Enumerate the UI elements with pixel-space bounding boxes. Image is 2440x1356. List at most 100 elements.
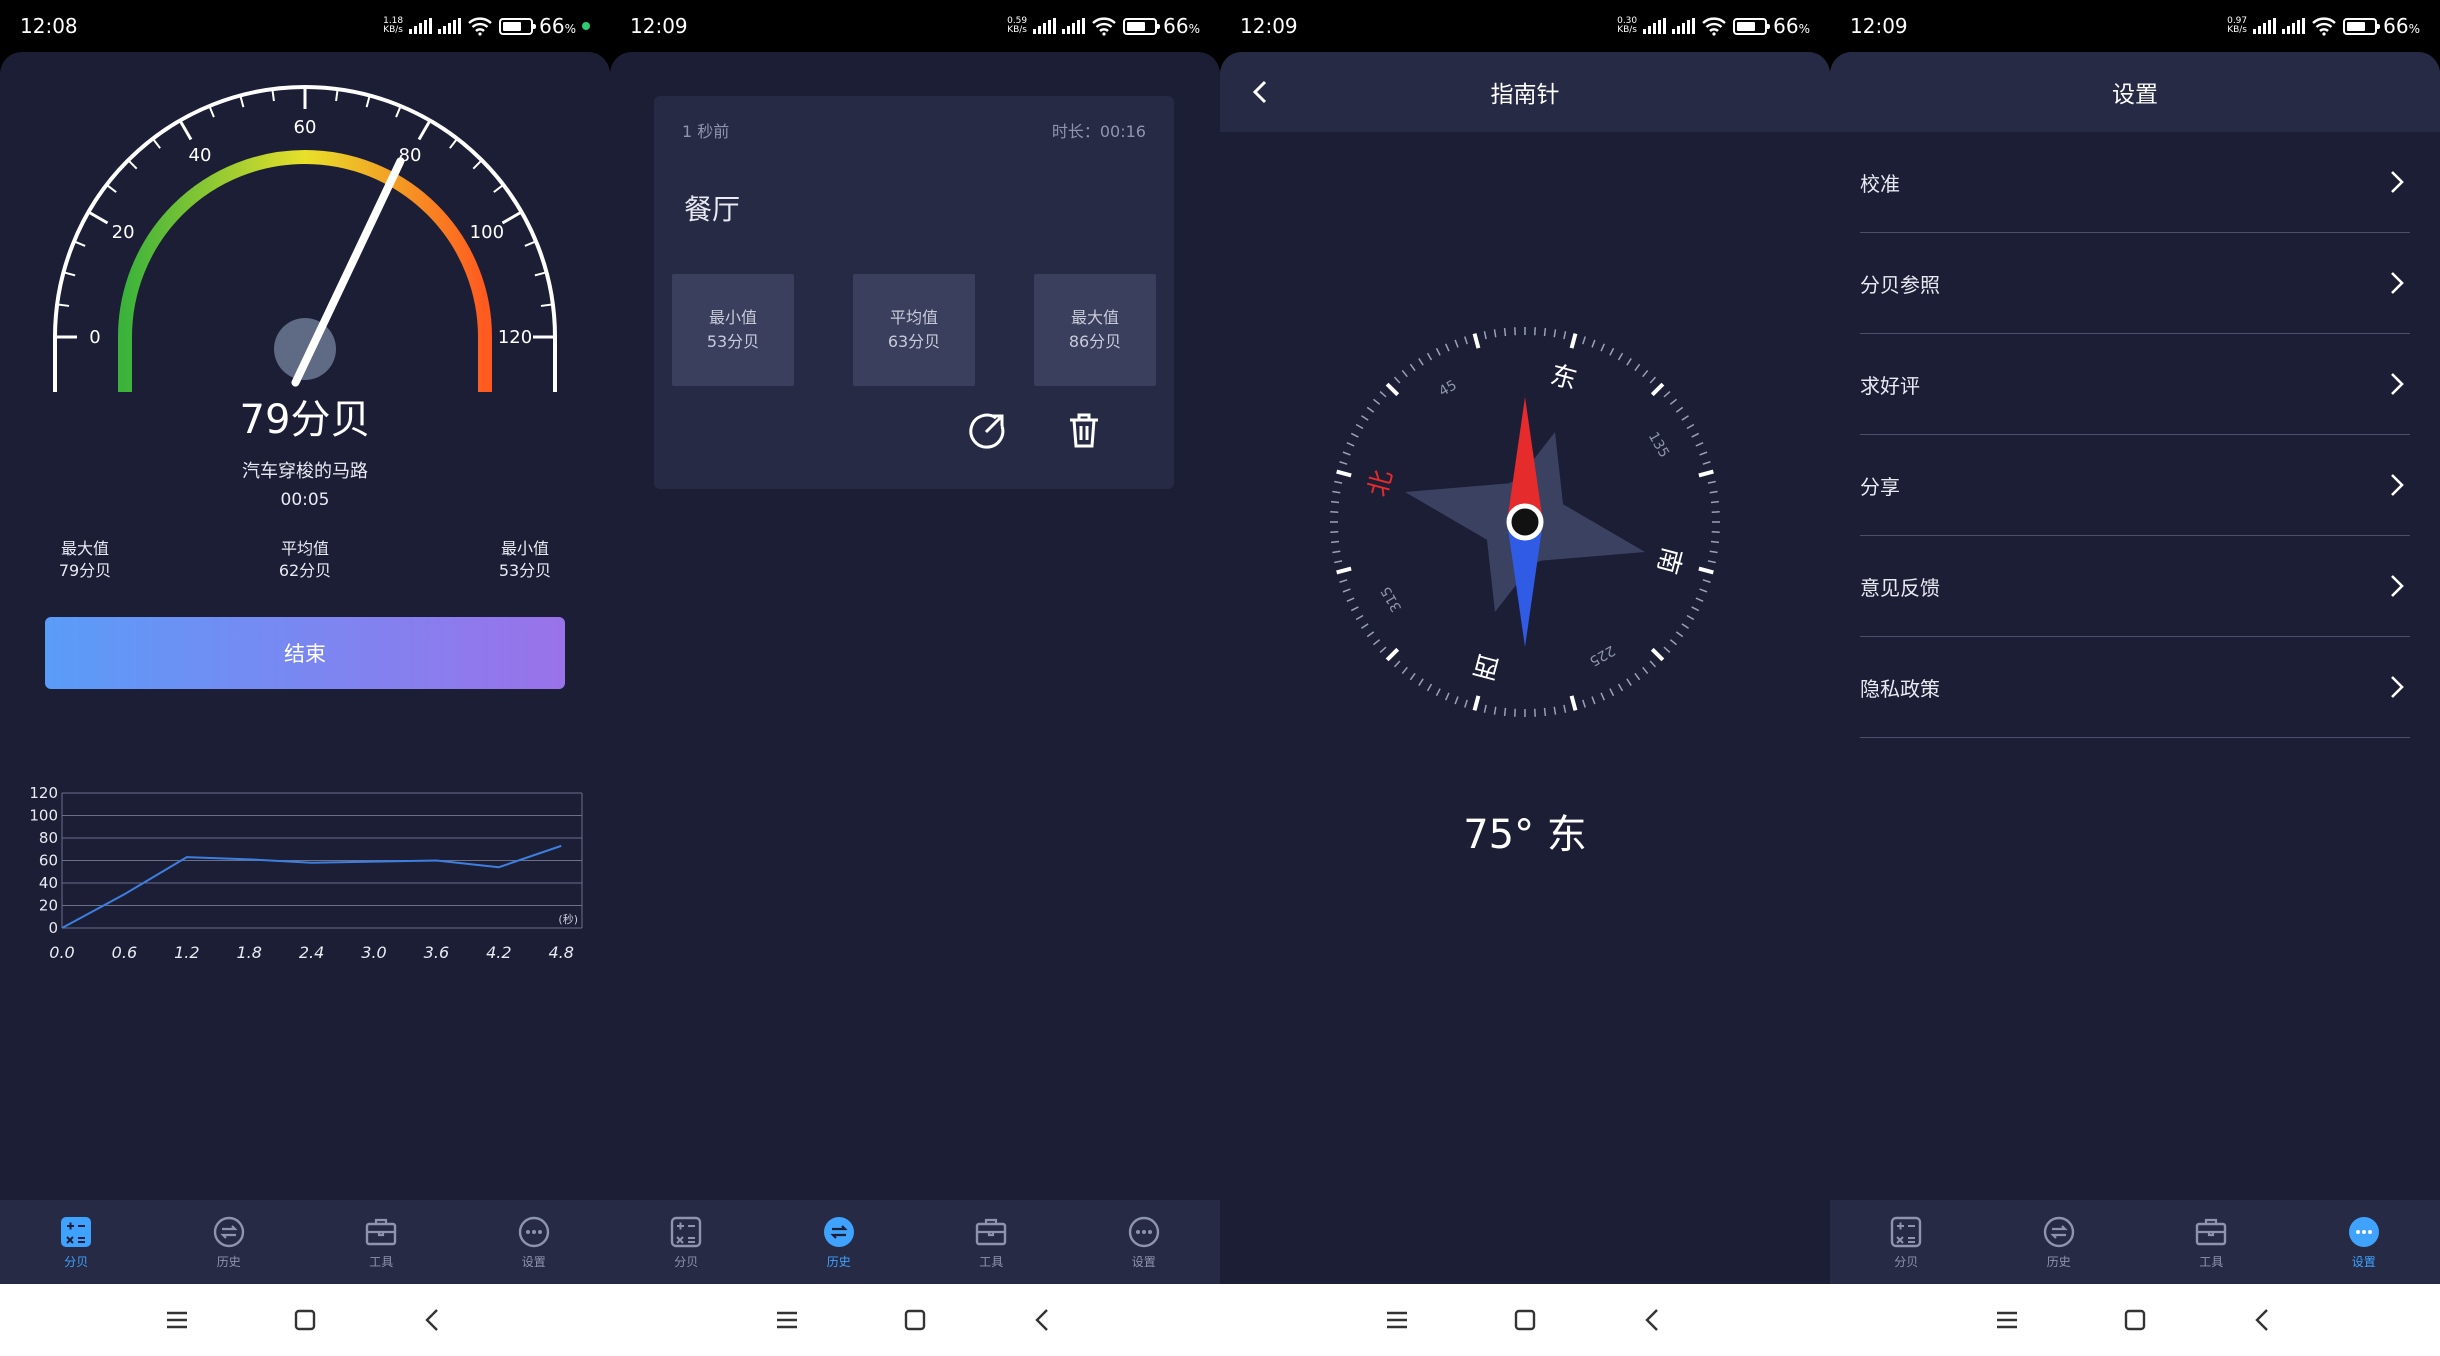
compass-tick bbox=[1600, 343, 1605, 352]
compass-tick bbox=[1709, 490, 1718, 494]
compass-tick bbox=[1710, 500, 1720, 504]
compass-tick bbox=[1626, 358, 1632, 366]
settings-item-rate[interactable]: 求好评 bbox=[1860, 334, 2410, 435]
compass-tick bbox=[1350, 432, 1359, 438]
compass-tick bbox=[1330, 540, 1340, 544]
share-icon[interactable] bbox=[966, 408, 1010, 452]
compass-tick bbox=[1385, 382, 1400, 397]
tab-tools[interactable]: 工具 bbox=[305, 1200, 458, 1284]
tab-decibel[interactable]: 分贝 bbox=[1830, 1200, 1983, 1284]
signal-icon bbox=[2282, 18, 2306, 34]
menu-icon[interactable] bbox=[773, 1306, 801, 1334]
status-time: 12:09 bbox=[1240, 14, 1298, 38]
compass-tick bbox=[1342, 588, 1351, 593]
settings-item-calibrate[interactable]: 校准 bbox=[1860, 132, 2410, 233]
chevron-right-icon bbox=[2391, 474, 2404, 496]
gauge-tick bbox=[524, 240, 537, 247]
system-nav-bar bbox=[1220, 1284, 1830, 1356]
compass-tick bbox=[1330, 531, 1339, 533]
record-place: 餐厅 bbox=[684, 193, 741, 226]
compass-tick bbox=[1663, 390, 1671, 398]
compass-dial: 北 东南西 45 135 225 315 bbox=[1329, 327, 1720, 718]
chart-x-tick-label: 1.2 bbox=[174, 943, 199, 962]
settings-header: 设置 bbox=[1830, 52, 2440, 132]
menu-icon[interactable] bbox=[1383, 1306, 1411, 1334]
back-icon[interactable] bbox=[419, 1306, 447, 1334]
compass-tick bbox=[1332, 550, 1341, 554]
compass-tick bbox=[1695, 597, 1704, 602]
settings-item-privacy[interactable]: 隐私政策 bbox=[1860, 637, 2410, 738]
compass-tick bbox=[1686, 423, 1695, 430]
compass-tick bbox=[1426, 352, 1433, 361]
gauge-tick-label: 100 bbox=[470, 222, 504, 243]
signal-icon bbox=[1672, 18, 1696, 34]
compass-tick bbox=[1699, 588, 1708, 593]
compass-degree-label: 135 bbox=[1645, 429, 1672, 460]
compass-tick bbox=[1334, 480, 1343, 484]
back-icon[interactable] bbox=[1639, 1306, 1667, 1334]
back-arrow-icon[interactable] bbox=[1242, 74, 1278, 110]
tab-settings[interactable]: 设置 bbox=[2288, 1200, 2440, 1284]
home-icon[interactable] bbox=[2121, 1306, 2149, 1334]
system-nav-bar bbox=[1830, 1284, 2440, 1356]
battery-icon bbox=[1733, 17, 1771, 35]
chart-x-tick-label: 1.8 bbox=[236, 943, 261, 962]
compass-tick bbox=[1393, 660, 1401, 668]
back-icon[interactable] bbox=[2249, 1306, 2277, 1334]
tab-tools[interactable]: 工具 bbox=[915, 1200, 1068, 1284]
screen-meter: 12:08 1.18 KB/s 66% 0 20 40 60 80 100 120 79分贝 … bbox=[0, 0, 610, 1356]
compass-tick bbox=[1563, 704, 1567, 713]
chevron-right-icon bbox=[2391, 676, 2404, 698]
record-stats: 最小值 53分贝 平均值 63分贝 最大值 86分贝 bbox=[672, 274, 1156, 386]
settings-item-decibel-reference[interactable]: 分贝参照 bbox=[1860, 233, 2410, 334]
settings-item-feedback[interactable]: 意见反馈 bbox=[1860, 536, 2410, 637]
menu-icon[interactable] bbox=[1993, 1306, 2021, 1334]
signal-icon bbox=[1062, 18, 1086, 34]
compass-tick bbox=[1493, 706, 1497, 715]
tab-decibel[interactable]: 分贝 bbox=[0, 1200, 153, 1284]
compass-tick bbox=[1514, 708, 1516, 717]
compass-tick bbox=[1675, 631, 1684, 638]
meter-stats: 最大值 79分贝 平均值 62分贝 最小值 53分贝 bbox=[30, 538, 580, 582]
history-icon bbox=[823, 1216, 854, 1247]
tab-bar: 分贝 历史 工具 设置 bbox=[610, 1200, 1220, 1284]
compass-tick bbox=[1472, 333, 1481, 349]
tab-history[interactable]: 历史 bbox=[763, 1200, 916, 1284]
tab-settings[interactable]: 设置 bbox=[458, 1200, 611, 1284]
back-icon[interactable] bbox=[1029, 1306, 1057, 1334]
tab-history[interactable]: 历史 bbox=[153, 1200, 306, 1284]
menu-icon[interactable] bbox=[163, 1306, 191, 1334]
compass-tick bbox=[1339, 579, 1348, 583]
home-icon[interactable] bbox=[901, 1306, 929, 1334]
tab-tools[interactable]: 工具 bbox=[2135, 1200, 2288, 1284]
compass-tick bbox=[1329, 521, 1339, 523]
status-bar: 12:09 0.97 KB/s 66% bbox=[1830, 0, 2440, 52]
compass-tick bbox=[1350, 606, 1359, 612]
tab-decibel[interactable]: 分贝 bbox=[610, 1200, 763, 1284]
compass-tick bbox=[1699, 451, 1708, 456]
compass-tick bbox=[1454, 696, 1459, 705]
trash-icon[interactable] bbox=[1062, 408, 1106, 452]
compass-cardinal-label: 南 bbox=[1651, 544, 1687, 577]
compass-tick bbox=[1361, 623, 1369, 629]
compass-tick bbox=[1483, 704, 1487, 713]
tab-history[interactable]: 历史 bbox=[1983, 1200, 2136, 1284]
record-stat-min: 最小值 53分贝 bbox=[672, 274, 794, 386]
tab-settings[interactable]: 设置 bbox=[1068, 1200, 1221, 1284]
compass-tick bbox=[1366, 631, 1375, 638]
compass-tick bbox=[1330, 511, 1339, 513]
compass-tick bbox=[1464, 336, 1468, 345]
home-icon[interactable] bbox=[291, 1306, 319, 1334]
chart-x-tick-label: 4.8 bbox=[548, 943, 573, 962]
settings-item-share[interactable]: 分享 bbox=[1860, 435, 2410, 536]
chart-unit-label: (秒) bbox=[558, 912, 578, 926]
compass-degree-label: 45 bbox=[1436, 377, 1459, 400]
compass-tick bbox=[1707, 480, 1716, 484]
record-time-ago: 1 秒前 bbox=[682, 122, 730, 141]
home-icon[interactable] bbox=[1511, 1306, 1539, 1334]
compass-tick bbox=[1563, 331, 1567, 340]
history-record-card[interactable]: 1 秒前 时长：00:16 餐厅 最小值 53分贝 平均值 63分贝 最大值 86分贝 bbox=[654, 96, 1174, 489]
end-button[interactable]: 结束 bbox=[45, 617, 565, 689]
compass-tick bbox=[1711, 511, 1720, 513]
compass-tick bbox=[1418, 358, 1424, 366]
